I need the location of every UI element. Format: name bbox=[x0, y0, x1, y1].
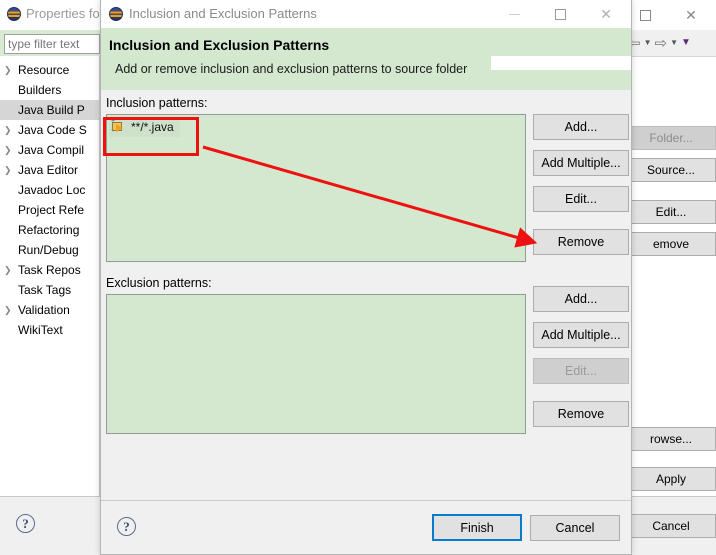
sidebar-item-label: Java Editor bbox=[18, 163, 79, 177]
sidebar-item-label: Java Code S bbox=[18, 123, 87, 137]
dialog-footer: ? Finish Cancel bbox=[101, 500, 631, 553]
sidebar-item-label: WikiText bbox=[18, 323, 63, 337]
close-icon[interactable]: ✕ bbox=[583, 0, 629, 28]
sidebar-item-run-debug[interactable]: Run/Debug bbox=[0, 240, 99, 260]
cancel-button[interactable]: Cancel bbox=[530, 515, 620, 541]
sidebar-item-task-tags[interactable]: Task Tags bbox=[0, 280, 99, 300]
cancel-button[interactable]: Cancel bbox=[626, 514, 716, 538]
exclusion-edit-button[interactable]: Edit... bbox=[533, 358, 629, 384]
forward-dropdown-icon[interactable]: ▼ bbox=[670, 39, 678, 47]
sidebar-item-label: Builders bbox=[18, 83, 62, 97]
maximize-icon[interactable] bbox=[537, 0, 583, 28]
sidebar-item-java-compiler[interactable]: ❯ Java Compil bbox=[0, 140, 99, 160]
sidebar-item-resource[interactable]: ❯ Resource bbox=[0, 60, 99, 80]
properties-toolbar: ⇦ ▼ ⇨ ▼ ▼ bbox=[626, 30, 716, 57]
sidebar-item-java-editor[interactable]: ❯ Java Editor bbox=[0, 160, 99, 180]
screen: Properties fo ✕ type filter text ⇦ ▼ ⇨ ▼… bbox=[0, 0, 716, 555]
header-white-band bbox=[491, 56, 631, 70]
sidebar-item-label: Run/Debug bbox=[18, 243, 79, 257]
help-icon[interactable]: ? bbox=[16, 514, 35, 533]
inclusion-add-button[interactable]: Add... bbox=[533, 114, 629, 140]
sidebar-item-label: Javadoc Loc bbox=[18, 183, 86, 197]
dialog-header: Inclusion and Exclusion Patterns Add or … bbox=[101, 28, 631, 90]
help-icon[interactable]: ? bbox=[117, 517, 136, 536]
inclusion-add-multiple-button[interactable]: Add Multiple... bbox=[533, 150, 629, 176]
apply-button[interactable]: Apply bbox=[626, 467, 716, 491]
chevron-right-icon[interactable]: ❯ bbox=[4, 65, 18, 76]
chevron-right-icon[interactable]: ❯ bbox=[4, 305, 18, 316]
sidebar-item-label: Project Refe bbox=[18, 203, 85, 217]
chevron-right-icon[interactable]: ❯ bbox=[4, 125, 18, 136]
inclusion-patterns-label: Inclusion patterns: bbox=[106, 96, 208, 110]
exclusion-add-button[interactable]: Add... bbox=[533, 286, 629, 312]
edit-button[interactable]: Edit... bbox=[626, 200, 716, 224]
add-folder-button[interactable]: Folder... bbox=[626, 126, 716, 150]
sidebar-item-label: Task Repos bbox=[18, 263, 81, 277]
view-menu-icon[interactable]: ▼ bbox=[681, 38, 691, 48]
remove-button[interactable]: emove bbox=[626, 232, 716, 256]
sidebar-item-builders[interactable]: Builders bbox=[0, 80, 99, 100]
dialog-body: Inclusion patterns: ++ **/*.java Add... … bbox=[101, 90, 631, 500]
eclipse-icon bbox=[109, 6, 123, 21]
link-source-button[interactable]: Source... bbox=[626, 158, 716, 182]
exclusion-remove-button[interactable]: Remove bbox=[533, 401, 629, 427]
chevron-right-icon[interactable]: ❯ bbox=[4, 265, 18, 276]
properties-window-title: Properties fo bbox=[26, 6, 100, 21]
include-pattern-icon: ++ bbox=[111, 118, 127, 135]
sidebar-item-validation[interactable]: ❯ Validation bbox=[0, 300, 99, 320]
properties-tree[interactable]: ❯ Resource Builders Java Build P ❯ Java … bbox=[0, 56, 100, 496]
inclusion-remove-button[interactable]: Remove bbox=[533, 229, 629, 255]
close-icon[interactable]: ✕ bbox=[668, 0, 714, 30]
exclusion-add-multiple-button[interactable]: Add Multiple... bbox=[533, 322, 629, 348]
sidebar-item-label: Resource bbox=[18, 63, 70, 77]
sidebar-item-label: Refactoring bbox=[18, 223, 80, 237]
list-item[interactable]: ++ **/*.java bbox=[109, 117, 180, 137]
sidebar-item-javadoc-location[interactable]: Javadoc Loc bbox=[0, 180, 99, 200]
back-dropdown-icon[interactable]: ▼ bbox=[644, 39, 652, 47]
finish-button[interactable]: Finish bbox=[432, 514, 522, 541]
chevron-right-icon[interactable]: ❯ bbox=[4, 165, 18, 176]
sidebar-item-wikitext[interactable]: WikiText bbox=[0, 320, 99, 340]
exclusion-patterns-list[interactable] bbox=[106, 294, 526, 434]
sidebar-item-refactoring[interactable]: Refactoring bbox=[0, 220, 99, 240]
inclusion-exclusion-dialog: Inclusion and Exclusion Patterns ✕ Inclu… bbox=[100, 0, 632, 555]
sidebar-item-task-repositories[interactable]: ❯ Task Repos bbox=[0, 260, 99, 280]
build-path-buttons-panel: Folder... Source... Edit... emove rowse.… bbox=[626, 57, 716, 496]
inclusion-edit-button[interactable]: Edit... bbox=[533, 186, 629, 212]
page-subtitle: Add or remove inclusion and exclusion pa… bbox=[115, 62, 468, 76]
dialog-titlebar: Inclusion and Exclusion Patterns ✕ bbox=[101, 0, 631, 28]
sidebar-item-label: Task Tags bbox=[18, 283, 72, 297]
sidebar-item-label: Java Compil bbox=[18, 143, 85, 157]
sidebar-item-project-references[interactable]: Project Refe bbox=[0, 200, 99, 220]
sidebar-item-label: Validation bbox=[18, 303, 70, 317]
sidebar-item-java-build-path[interactable]: Java Build P bbox=[0, 100, 99, 120]
inclusion-patterns-list[interactable]: ++ **/*.java bbox=[106, 114, 526, 262]
exclusion-patterns-label: Exclusion patterns: bbox=[106, 276, 212, 290]
chevron-right-icon[interactable]: ❯ bbox=[4, 145, 18, 156]
sidebar-item-label: Java Build P bbox=[18, 103, 85, 117]
eclipse-icon bbox=[7, 6, 21, 21]
forward-arrow-icon[interactable]: ⇨ bbox=[655, 36, 668, 51]
browse-button[interactable]: rowse... bbox=[626, 427, 716, 451]
properties-window-controls: ✕ bbox=[622, 0, 716, 30]
dialog-title: Inclusion and Exclusion Patterns bbox=[129, 6, 317, 21]
minimize-icon[interactable] bbox=[491, 0, 537, 28]
sidebar-item-java-code-style[interactable]: ❯ Java Code S bbox=[0, 120, 99, 140]
dialog-window-controls: ✕ bbox=[491, 0, 631, 28]
page-title: Inclusion and Exclusion Patterns bbox=[109, 37, 330, 53]
list-item-label: **/*.java bbox=[131, 120, 174, 134]
filter-input[interactable]: type filter text bbox=[4, 34, 100, 54]
